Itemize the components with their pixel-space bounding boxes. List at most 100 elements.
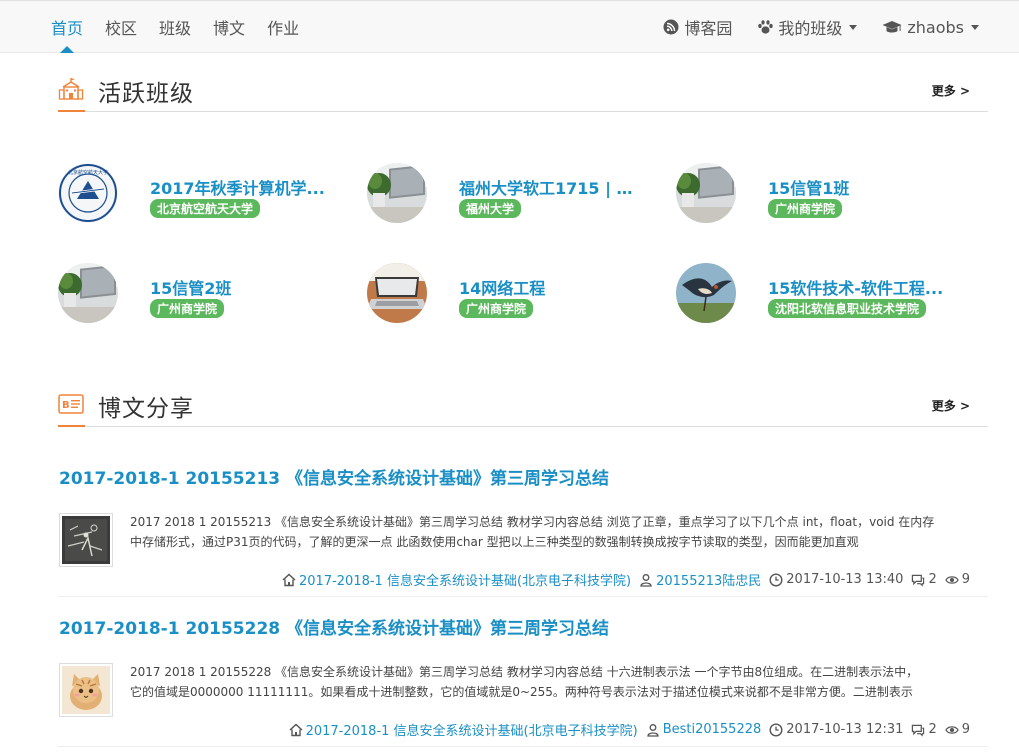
class-avatar[interactable] — [367, 163, 427, 223]
course-link[interactable]: 2017-2018-1 信息安全系统设计基础(北京电子科技学院) — [289, 720, 638, 739]
post-title[interactable]: 2017-2018-1 20155213 《信息安全系统设计基础》第三周学习总结 — [59, 464, 609, 489]
nav-classes-label: 班级 — [159, 19, 192, 38]
user-dropdown[interactable]: zhaobs — [869, 1, 991, 53]
section-title: 博文分享 — [98, 396, 194, 422]
author-name: 20155213陆忠民 — [656, 574, 762, 589]
eye-icon — [944, 723, 959, 737]
comment-count[interactable]: 2 — [911, 722, 937, 737]
nav-classes[interactable]: 班级 — [148, 1, 202, 53]
paw-icon — [756, 18, 774, 36]
comment-count-value: 2 — [928, 572, 937, 587]
class-name[interactable]: 15软件技术-软件工程... — [768, 275, 943, 299]
class-avatar[interactable] — [676, 163, 736, 223]
active-classes-header: 活跃班级 更多 > — [58, 70, 988, 112]
nav-homework-label: 作业 — [267, 19, 300, 38]
section-accent-bar — [58, 425, 85, 427]
class-name[interactable]: 15信管1班 — [768, 175, 849, 199]
class-avatar[interactable] — [58, 263, 118, 323]
nav-posts-label: 博文 — [213, 19, 246, 38]
post-item: 2017-2018-1 20155228 《信息安全系统设计基础》第三周学习总结… — [58, 614, 988, 747]
class-name[interactable]: 2017年秋季计算机学... — [150, 175, 325, 199]
course-link[interactable]: 2017-2018-1 信息安全系统设计基础(北京电子科技学院) — [282, 570, 631, 589]
post-title[interactable]: 2017-2018-1 20155228 《信息安全系统设计基础》第三周学习总结 — [59, 614, 609, 639]
post-time-value: 2017-10-13 12:31 — [786, 722, 904, 737]
author-link[interactable]: Besti20155228 — [646, 722, 762, 737]
comment-count-value: 2 — [928, 722, 937, 737]
class-card[interactable]: 北京航空航天大学 2017年秋季计算机学... 北京航空航天大学 — [58, 163, 358, 225]
more-link[interactable]: 更多 > — [932, 82, 970, 99]
blog-icon: B — [58, 391, 84, 417]
comment-count[interactable]: 2 — [911, 572, 937, 587]
nav-homework[interactable]: 作业 — [256, 1, 310, 53]
clock-icon — [769, 572, 783, 587]
cnblogs-label: 博客园 — [684, 19, 733, 38]
post-time-value: 2017-10-13 13:40 — [786, 572, 904, 587]
class-card[interactable]: 15信管2班 广州商学院 — [58, 263, 358, 325]
nav-posts[interactable]: 博文 — [202, 1, 256, 53]
class-avatar[interactable] — [367, 263, 427, 323]
more-link[interactable]: 更多 > — [932, 397, 970, 414]
view-count: 9 — [944, 722, 970, 737]
chevron-down-icon — [971, 24, 979, 30]
post-summary-line: 它的值域是0000000 11111111。如果看成十进制整数，它的值域就是0~… — [130, 685, 913, 699]
view-count-value: 9 — [961, 722, 970, 737]
post-time: 2017-10-13 12:31 — [769, 722, 903, 737]
post-summary-line: 2017 2018 1 20155228 《信息安全系统设计基础》第三周学习总结… — [130, 665, 919, 679]
svg-text:北京航空航天大学: 北京航空航天大学 — [68, 169, 108, 176]
class-name[interactable]: 福州大学软工1715 | Z... — [459, 175, 639, 199]
chevron-down-icon — [849, 24, 858, 30]
author-link[interactable]: 20155213陆忠民 — [639, 570, 761, 589]
user-nav: 博客园 我的班级 zhaobs — [650, 1, 991, 53]
school-badge[interactable]: 北京航空航天大学 — [150, 199, 261, 218]
post-time: 2017-10-13 13:40 — [769, 572, 903, 587]
clock-icon — [769, 722, 783, 737]
graduation-cap-icon — [881, 18, 903, 36]
post-thumbnail[interactable] — [59, 663, 113, 717]
class-avatar[interactable]: 北京航空航天大学 — [58, 163, 118, 223]
top-navbar: 首页 校区 班级 博文 作业 博客园 我的班级 zhaobs — [0, 0, 1019, 53]
school-badge[interactable]: 广州商学院 — [459, 299, 534, 318]
username-label: zhaobs — [907, 17, 964, 37]
rss-icon — [662, 18, 680, 36]
section-accent-bar — [58, 110, 85, 112]
blog-share-header: B 博文分享 更多 > — [58, 385, 988, 427]
post-item: 2017-2018-1 20155213 《信息安全系统设计基础》第三周学习总结… — [58, 464, 988, 597]
class-name[interactable]: 14网络工程 — [459, 275, 545, 299]
class-card[interactable]: 福州大学软工1715 | Z... 福州大学 — [367, 163, 667, 225]
school-badge[interactable]: 福州大学 — [459, 199, 522, 218]
school-building-icon — [58, 76, 84, 102]
svg-text:B: B — [62, 400, 70, 411]
class-card[interactable]: 15软件技术-软件工程... 沈阳北软信息职业技术学院 — [676, 263, 976, 325]
school-badge[interactable]: 广州商学院 — [150, 299, 225, 318]
post-summary-line: 2017 2018 1 20155213 《信息安全系统设计基础》第三周学习总结… — [130, 515, 935, 529]
cnblogs-link[interactable]: 博客园 — [650, 1, 744, 53]
post-summary-line: 中存储形式，通过P31页的代码，了解的更深一点 此函数使用char 型把以上三种… — [130, 535, 859, 549]
view-count: 9 — [944, 572, 970, 587]
school-badge[interactable]: 沈阳北软信息职业技术学院 — [768, 299, 927, 318]
view-count-value: 9 — [961, 572, 970, 587]
course-name: 2017-2018-1 信息安全系统设计基础(北京电子科技学院) — [305, 724, 638, 739]
home-icon — [282, 572, 296, 587]
school-badge[interactable]: 广州商学院 — [768, 199, 843, 218]
home-icon — [289, 722, 303, 737]
author-name: Besti20155228 — [662, 722, 762, 737]
comments-icon — [911, 573, 925, 587]
eye-icon — [944, 573, 959, 587]
user-icon — [639, 573, 653, 587]
class-card[interactable]: 15信管1班 广州商学院 — [676, 163, 976, 225]
post-thumbnail[interactable] — [59, 513, 113, 567]
nav-home[interactable]: 首页 — [40, 1, 94, 53]
nav-home-label: 首页 — [51, 19, 84, 38]
section-title: 活跃班级 — [98, 81, 194, 107]
nav-campus-label: 校区 — [105, 19, 138, 38]
my-class-dropdown[interactable]: 我的班级 — [744, 1, 869, 53]
class-name[interactable]: 15信管2班 — [150, 275, 231, 299]
nav-campus[interactable]: 校区 — [94, 1, 148, 53]
comments-icon — [911, 723, 925, 737]
class-avatar[interactable] — [676, 263, 736, 323]
my-class-label: 我的班级 — [778, 19, 843, 38]
user-icon — [646, 723, 660, 737]
course-name: 2017-2018-1 信息安全系统设计基础(北京电子科技学院) — [299, 574, 632, 589]
post-meta: 2017-2018-1 信息安全系统设计基础(北京电子科技学院) Besti20… — [281, 720, 970, 739]
class-card[interactable]: 14网络工程 广州商学院 — [367, 263, 667, 325]
